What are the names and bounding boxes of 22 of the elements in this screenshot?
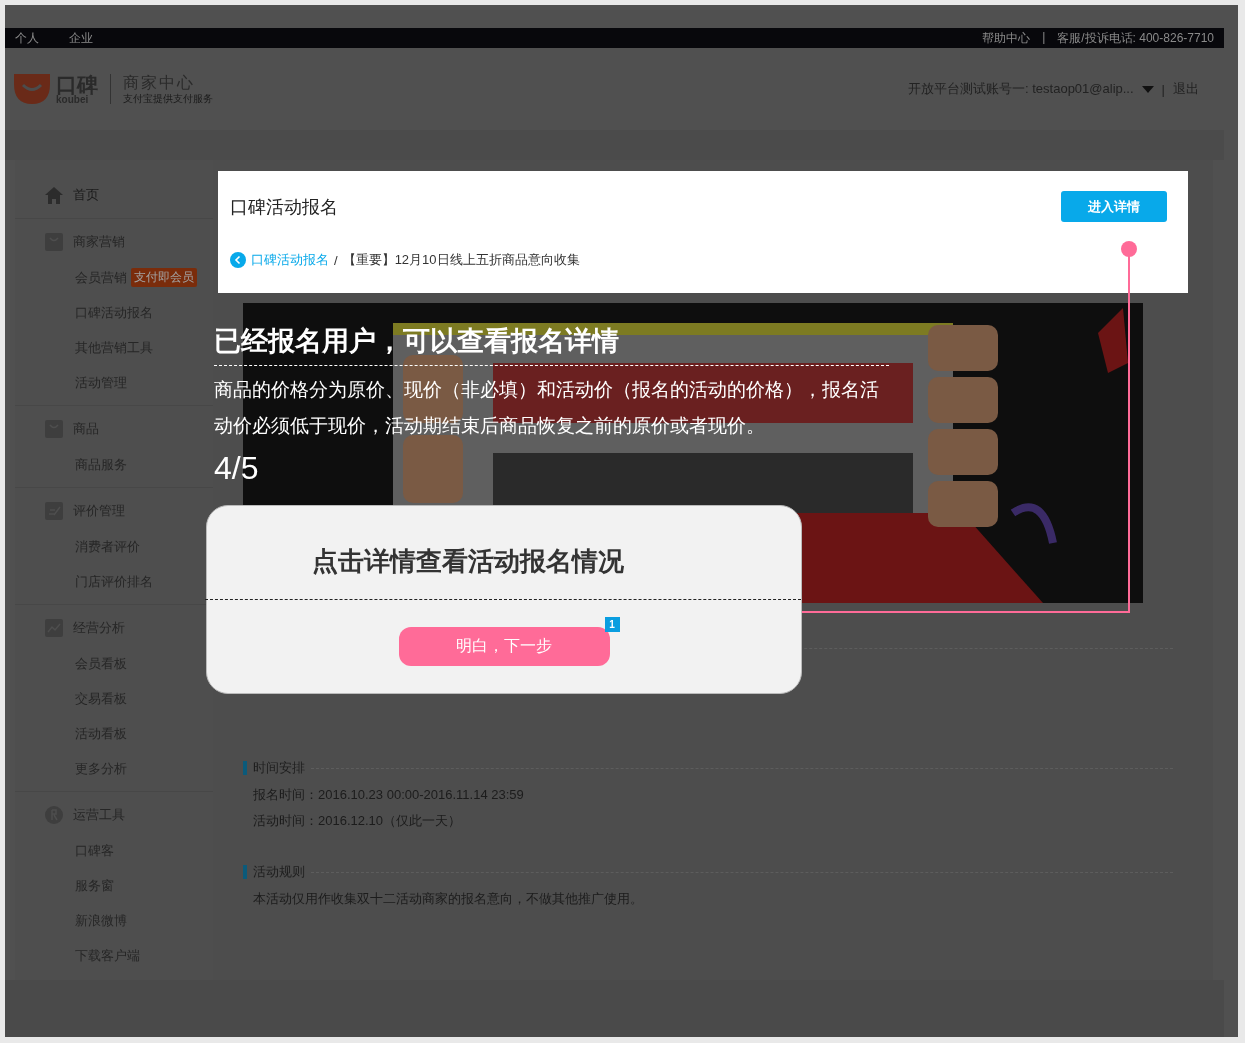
home-icon — [45, 186, 63, 204]
top-link[interactable]: 个人 — [15, 29, 39, 47]
separator: | — [1042, 29, 1046, 46]
breadcrumb-link[interactable]: 口碑活动报名 — [251, 251, 329, 269]
top-link[interactable]: 企业 — [69, 29, 93, 47]
hotline-text: 客服/投诉电话: 400-826-7710 — [1057, 29, 1214, 47]
separator: | — [1161, 81, 1165, 97]
logo-icon — [14, 74, 50, 104]
help-link[interactable]: 帮助中心 — [982, 29, 1031, 47]
breadcrumb-separator: / — [334, 252, 338, 268]
step-counter: 4/5 — [214, 450, 260, 487]
guide-title: 已经报名用户，可以查看报名详情 — [214, 323, 889, 366]
breadcrumb-current: 【重要】12月10日线上五折商品意向收集 — [342, 251, 580, 269]
back-icon[interactable] — [230, 252, 246, 268]
promo-tag: 支付即会员 — [131, 268, 197, 287]
next-step-button[interactable]: 明白，下一步 — [398, 627, 610, 666]
dialog-title: 点击详情查看活动报名情况 — [205, 544, 801, 600]
step-badge: 1 — [604, 617, 620, 632]
dropdown-caret-icon[interactable] — [1141, 85, 1154, 93]
details-button[interactable]: 进入详情 — [1061, 191, 1167, 222]
guide-text: 商品的价格分为原价、现价（非必填）和活动价（报名的活动的价格），报名活动价必须低于现价，活动期结束后商品恢复之前的原价或者现价。 — [214, 378, 880, 438]
card-title: 口碑活动报名 — [230, 195, 338, 219]
